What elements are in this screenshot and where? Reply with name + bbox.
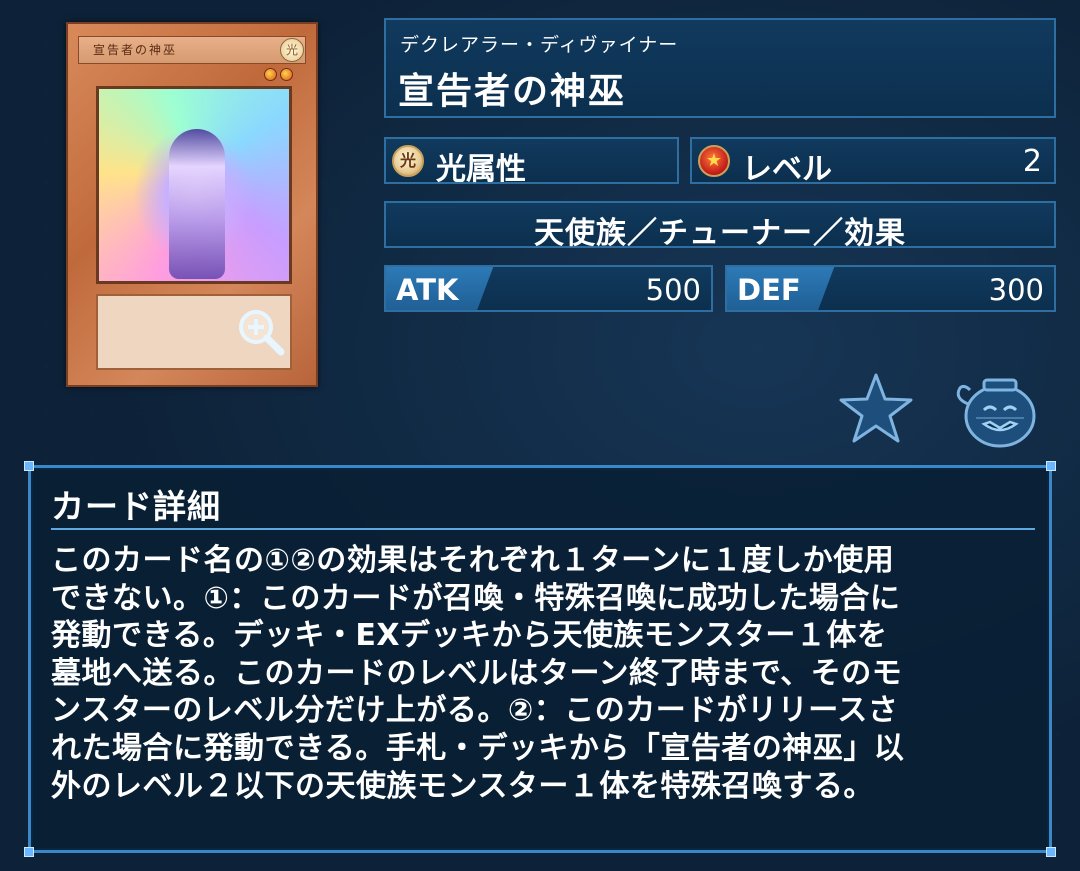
level-star-icon: ★ bbox=[698, 145, 730, 177]
card-attribute-mini-icon: 光 bbox=[280, 38, 304, 62]
card-image[interactable]: 宣告者の神巫 光 bbox=[66, 22, 318, 387]
atk-value: 500 bbox=[645, 273, 701, 307]
level-panel: ★ レベル 2 bbox=[690, 137, 1056, 187]
card-artwork bbox=[96, 86, 292, 284]
type-panel: 天使族／チューナー／効果 bbox=[384, 201, 1056, 251]
card-artwork-figure bbox=[169, 129, 225, 279]
panel-corner bbox=[24, 847, 34, 857]
monster-type-label: 天使族／チューナー／効果 bbox=[534, 216, 906, 251]
def-value: 300 bbox=[988, 273, 1044, 307]
attribute-label: 光属性 bbox=[436, 152, 526, 187]
panel-corner bbox=[1046, 847, 1056, 857]
magnifier-plus-icon[interactable] bbox=[236, 307, 286, 357]
level-value: 2 bbox=[1022, 144, 1042, 179]
divider bbox=[51, 528, 1035, 530]
card-level-star bbox=[264, 68, 277, 81]
card-level-star bbox=[280, 68, 293, 81]
attribute-panel: 光 光属性 bbox=[384, 137, 679, 187]
panel-corner bbox=[1046, 461, 1056, 471]
card-name-reading: デクレアラー・ディヴァイナー bbox=[400, 34, 679, 56]
atk-label: ATK bbox=[396, 273, 459, 307]
atk-panel: ATK 500 bbox=[384, 265, 713, 312]
star-icon[interactable] bbox=[838, 372, 914, 444]
card-footer-text bbox=[104, 370, 284, 380]
card-title: 宣告者の神巫 bbox=[398, 71, 627, 112]
level-label: レベル bbox=[742, 152, 832, 187]
pot-of-greed-icon[interactable] bbox=[950, 374, 1040, 448]
card-details-panel: カード詳細 このカード名の①②の効果はそれぞれ１ターンに１度しか使用 できない。… bbox=[24, 461, 1056, 857]
panel-corner bbox=[24, 461, 34, 471]
card-name-panel: デクレアラー・ディヴァイナー 宣告者の神巫 bbox=[384, 18, 1056, 118]
def-panel: DEF 300 bbox=[725, 265, 1056, 312]
def-label: DEF bbox=[737, 273, 801, 307]
light-attribute-icon: 光 bbox=[392, 145, 424, 177]
card-name-plate: 宣告者の神巫 bbox=[78, 36, 306, 64]
card-effect-text: このカード名の①②の効果はそれぞれ１ターンに１度しか使用 できない。①：このカー… bbox=[51, 543, 905, 804]
card-details-title: カード詳細 bbox=[51, 487, 221, 526]
